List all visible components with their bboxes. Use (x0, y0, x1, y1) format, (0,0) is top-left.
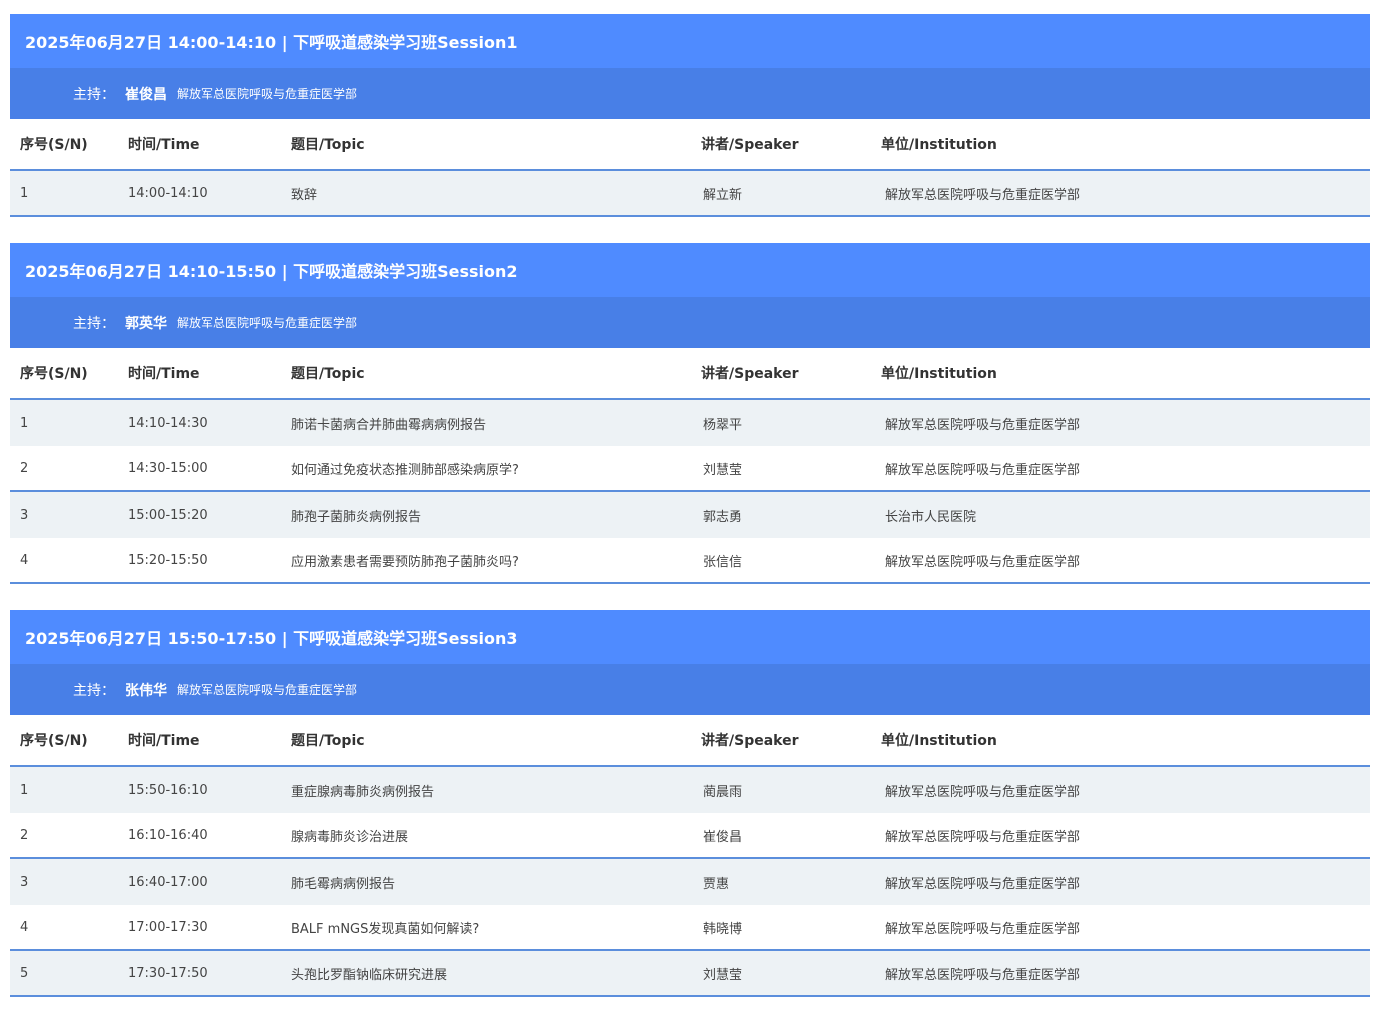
cell-institution: 解放军总医院呼吸与危重症医学部 (885, 554, 1081, 570)
cell-time: 15:00-15:20 (128, 507, 208, 523)
cell-institution: 解放军总医院呼吸与危重症医学部 (885, 462, 1081, 478)
host-label: 主持： (73, 682, 115, 699)
column-header-topic: 题目/Topic (291, 733, 365, 749)
cell-topic: BALF mNGS发现真菌如何解读? (291, 921, 480, 937)
cell-speaker: 解立新 (703, 187, 743, 203)
cell-time: 16:10-16:40 (128, 827, 208, 843)
column-header-row: 序号(S/N) 时间/Time 题目/Topic 讲者/Speaker 单位/Insti… (10, 348, 1370, 400)
table-row: 1 14:00-14:10 致辞 解立新 解放军总医院呼吸与危重症医学部 (10, 171, 1370, 217)
cell-time: 16:40-17:00 (128, 874, 208, 890)
session-host-bar: 主持： 张伟华 解放军总医院呼吸与危重症医学部 (10, 664, 1370, 715)
cell-time: 14:30-15:00 (128, 460, 208, 476)
table-row: 1 15:50-16:10 重症腺病毒肺炎病例报告 蔺晨雨 解放军总医院呼吸与危重症医学… (10, 767, 1370, 813)
cell-sn: 2 (20, 827, 29, 843)
cell-speaker: 张信信 (703, 554, 743, 570)
cell-speaker: 崔俊昌 (703, 829, 743, 845)
cell-topic: 重症腺病毒肺炎病例报告 (291, 784, 435, 800)
host-label: 主持： (73, 315, 115, 332)
session-title: 2025年06月27日 14:00-14:10 | 下呼吸道感染学习班Sessi… (10, 14, 1370, 68)
host-name: 郭英华 (125, 315, 167, 332)
session-block: 2025年06月27日 15:50-17:50 | 下呼吸道感染学习班Sessi… (10, 610, 1370, 997)
cell-sn: 3 (20, 874, 29, 890)
session-host-bar: 主持： 崔俊昌 解放军总医院呼吸与危重症医学部 (10, 68, 1370, 119)
session-title: 2025年06月27日 15:50-17:50 | 下呼吸道感染学习班Sessi… (10, 610, 1370, 664)
host-institution: 解放军总医院呼吸与危重症医学部 (177, 87, 358, 101)
cell-time: 15:20-15:50 (128, 552, 208, 568)
cell-speaker: 刘慧莹 (703, 462, 743, 478)
cell-speaker: 刘慧莹 (703, 967, 743, 983)
column-header-institution: 单位/Institution (881, 733, 997, 749)
column-header-topic: 题目/Topic (291, 366, 365, 382)
cell-speaker: 郭志勇 (703, 509, 743, 525)
table-row: 5 17:30-17:50 头孢比罗酯钠临床研究进展 刘慧莹 解放军总医院呼吸与危重症医… (10, 951, 1370, 997)
table-row: 1 14:10-14:30 肺诺卡菌病合并肺曲霉病病例报告 杨翠平 解放军总医院呼吸与危… (10, 400, 1370, 446)
column-header-sn: 序号(S/N) (20, 366, 88, 382)
cell-topic: 应用激素患者需要预防肺孢子菌肺炎吗? (291, 554, 519, 570)
agenda: 2025年06月27日 14:00-14:10 | 下呼吸道感染学习班Sessi… (10, 14, 1370, 1023)
column-header-institution: 单位/Institution (881, 366, 997, 382)
cell-time: 17:00-17:30 (128, 919, 208, 935)
session-block: 2025年06月27日 14:00-14:10 | 下呼吸道感染学习班Sessi… (10, 14, 1370, 217)
cell-time: 14:00-14:10 (128, 185, 208, 201)
session-block: 2025年06月27日 14:10-15:50 | 下呼吸道感染学习班Sessi… (10, 243, 1370, 584)
column-header-speaker: 讲者/Speaker (701, 137, 799, 153)
cell-speaker: 杨翠平 (703, 417, 743, 433)
session-host-bar: 主持： 郭英华 解放军总医院呼吸与危重症医学部 (10, 297, 1370, 348)
cell-speaker: 韩晓博 (703, 921, 743, 937)
column-header-sn: 序号(S/N) (20, 733, 88, 749)
cell-topic: 头孢比罗酯钠临床研究进展 (291, 967, 448, 983)
cell-institution: 解放军总医院呼吸与危重症医学部 (885, 967, 1081, 983)
cell-institution: 解放军总医院呼吸与危重症医学部 (885, 921, 1081, 937)
column-header-speaker: 讲者/Speaker (701, 733, 799, 749)
host-name: 崔俊昌 (125, 86, 167, 103)
column-header-time: 时间/Time (128, 137, 200, 153)
cell-topic: 腺病毒肺炎诊治进展 (291, 829, 409, 845)
host-institution: 解放军总医院呼吸与危重症医学部 (177, 316, 358, 330)
cell-sn: 1 (20, 782, 29, 798)
cell-time: 15:50-16:10 (128, 782, 208, 798)
cell-institution: 解放军总医院呼吸与危重症医学部 (885, 876, 1081, 892)
column-header-row: 序号(S/N) 时间/Time 题目/Topic 讲者/Speaker 单位/Insti… (10, 119, 1370, 171)
cell-time: 17:30-17:50 (128, 965, 208, 981)
cell-speaker: 贾惠 (703, 876, 730, 892)
session-title: 2025年06月27日 14:10-15:50 | 下呼吸道感染学习班Sessi… (10, 243, 1370, 297)
host-label: 主持： (73, 86, 115, 103)
cell-institution: 解放军总医院呼吸与危重症医学部 (885, 417, 1081, 433)
cell-sn: 1 (20, 185, 29, 201)
host-name: 张伟华 (125, 682, 167, 699)
cell-topic: 肺孢子菌肺炎病例报告 (291, 509, 422, 525)
cell-institution: 解放军总医院呼吸与危重症医学部 (885, 784, 1081, 800)
column-header-time: 时间/Time (128, 366, 200, 382)
cell-topic: 如何通过免疫状态推测肺部感染病原学? (291, 462, 519, 478)
cell-speaker: 蔺晨雨 (703, 784, 743, 800)
table-row: 3 15:00-15:20 肺孢子菌肺炎病例报告 郭志勇 长治市人民医院 (10, 492, 1370, 538)
table-row: 2 16:10-16:40 腺病毒肺炎诊治进展 崔俊昌 解放军总医院呼吸与危重症医学部 (10, 813, 1370, 859)
column-header-row: 序号(S/N) 时间/Time 题目/Topic 讲者/Speaker 单位/Insti… (10, 715, 1370, 767)
table-row: 2 14:30-15:00 如何通过免疫状态推测肺部感染病原学? 刘慧莹 解放军总医院呼… (10, 446, 1370, 492)
cell-time: 14:10-14:30 (128, 415, 208, 431)
cell-institution: 解放军总医院呼吸与危重症医学部 (885, 829, 1081, 845)
cell-sn: 5 (20, 965, 29, 981)
column-header-time: 时间/Time (128, 733, 200, 749)
cell-sn: 1 (20, 415, 29, 431)
cell-sn: 4 (20, 919, 29, 935)
host-institution: 解放军总医院呼吸与危重症医学部 (177, 683, 358, 697)
table-row: 3 16:40-17:00 肺毛霉病病例报告 贾惠 解放军总医院呼吸与危重症医学部 (10, 859, 1370, 905)
column-header-sn: 序号(S/N) (20, 137, 88, 153)
table-row: 4 15:20-15:50 应用激素患者需要预防肺孢子菌肺炎吗? 张信信 解放军总医院呼… (10, 538, 1370, 584)
cell-topic: 致辞 (291, 187, 318, 203)
cell-sn: 3 (20, 507, 29, 523)
cell-institution: 长治市人民医院 (885, 509, 977, 525)
column-header-topic: 题目/Topic (291, 137, 365, 153)
cell-topic: 肺毛霉病病例报告 (291, 876, 396, 892)
cell-sn: 4 (20, 552, 29, 568)
cell-institution: 解放军总医院呼吸与危重症医学部 (885, 187, 1081, 203)
table-row: 4 17:00-17:30 BALF mNGS发现真菌如何解读? 韩晓博 解放军总医院呼… (10, 905, 1370, 951)
cell-topic: 肺诺卡菌病合并肺曲霉病病例报告 (291, 417, 487, 433)
column-header-speaker: 讲者/Speaker (701, 366, 799, 382)
column-header-institution: 单位/Institution (881, 137, 997, 153)
cell-sn: 2 (20, 460, 29, 476)
